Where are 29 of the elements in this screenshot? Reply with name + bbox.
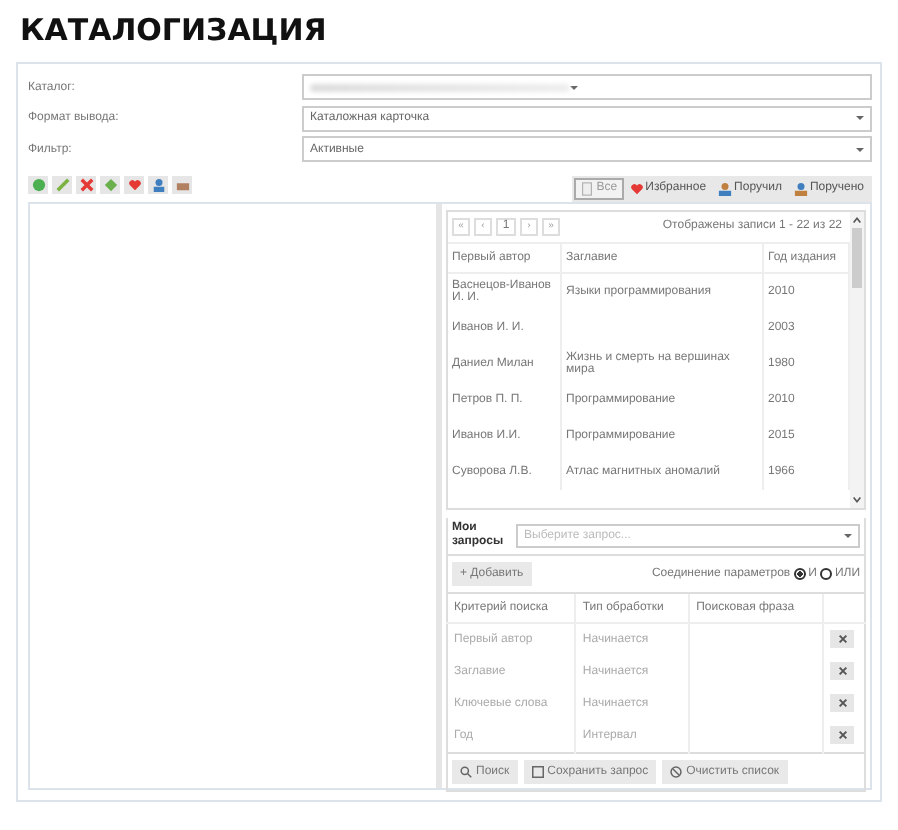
close-icon — [837, 634, 847, 645]
copy-button[interactable] — [100, 175, 120, 193]
caret-icon — [856, 147, 864, 152]
delete-button[interactable] — [76, 175, 96, 193]
remove-button[interactable] — [830, 694, 854, 713]
heart-icon — [629, 181, 644, 195]
select-field[interactable] — [302, 74, 872, 101]
edit-button[interactable] — [52, 175, 72, 193]
person-icon — [793, 181, 808, 195]
document-icon — [580, 181, 595, 195]
caret-icon — [856, 116, 864, 121]
page-title: КАТАЛОГИЗАЦИЯ — [20, 10, 329, 52]
caret-icon — [570, 85, 578, 90]
scroll-thumb[interactable] — [852, 227, 862, 287]
remove-button[interactable] — [830, 630, 854, 649]
close-icon — [837, 698, 847, 709]
person-icon — [718, 181, 733, 195]
close-icon — [837, 666, 847, 677]
print-button[interactable] — [172, 175, 192, 193]
close-icon — [837, 730, 847, 741]
remove-button[interactable] — [830, 726, 854, 745]
search-icon — [460, 765, 472, 778]
caret-icon — [844, 533, 852, 538]
user-button[interactable] — [148, 175, 168, 193]
remove-button[interactable] — [830, 662, 854, 681]
scrollbar[interactable] — [850, 211, 864, 507]
add-button[interactable] — [28, 175, 48, 193]
favorite-button[interactable] — [124, 175, 144, 193]
cancel-icon — [670, 765, 683, 778]
